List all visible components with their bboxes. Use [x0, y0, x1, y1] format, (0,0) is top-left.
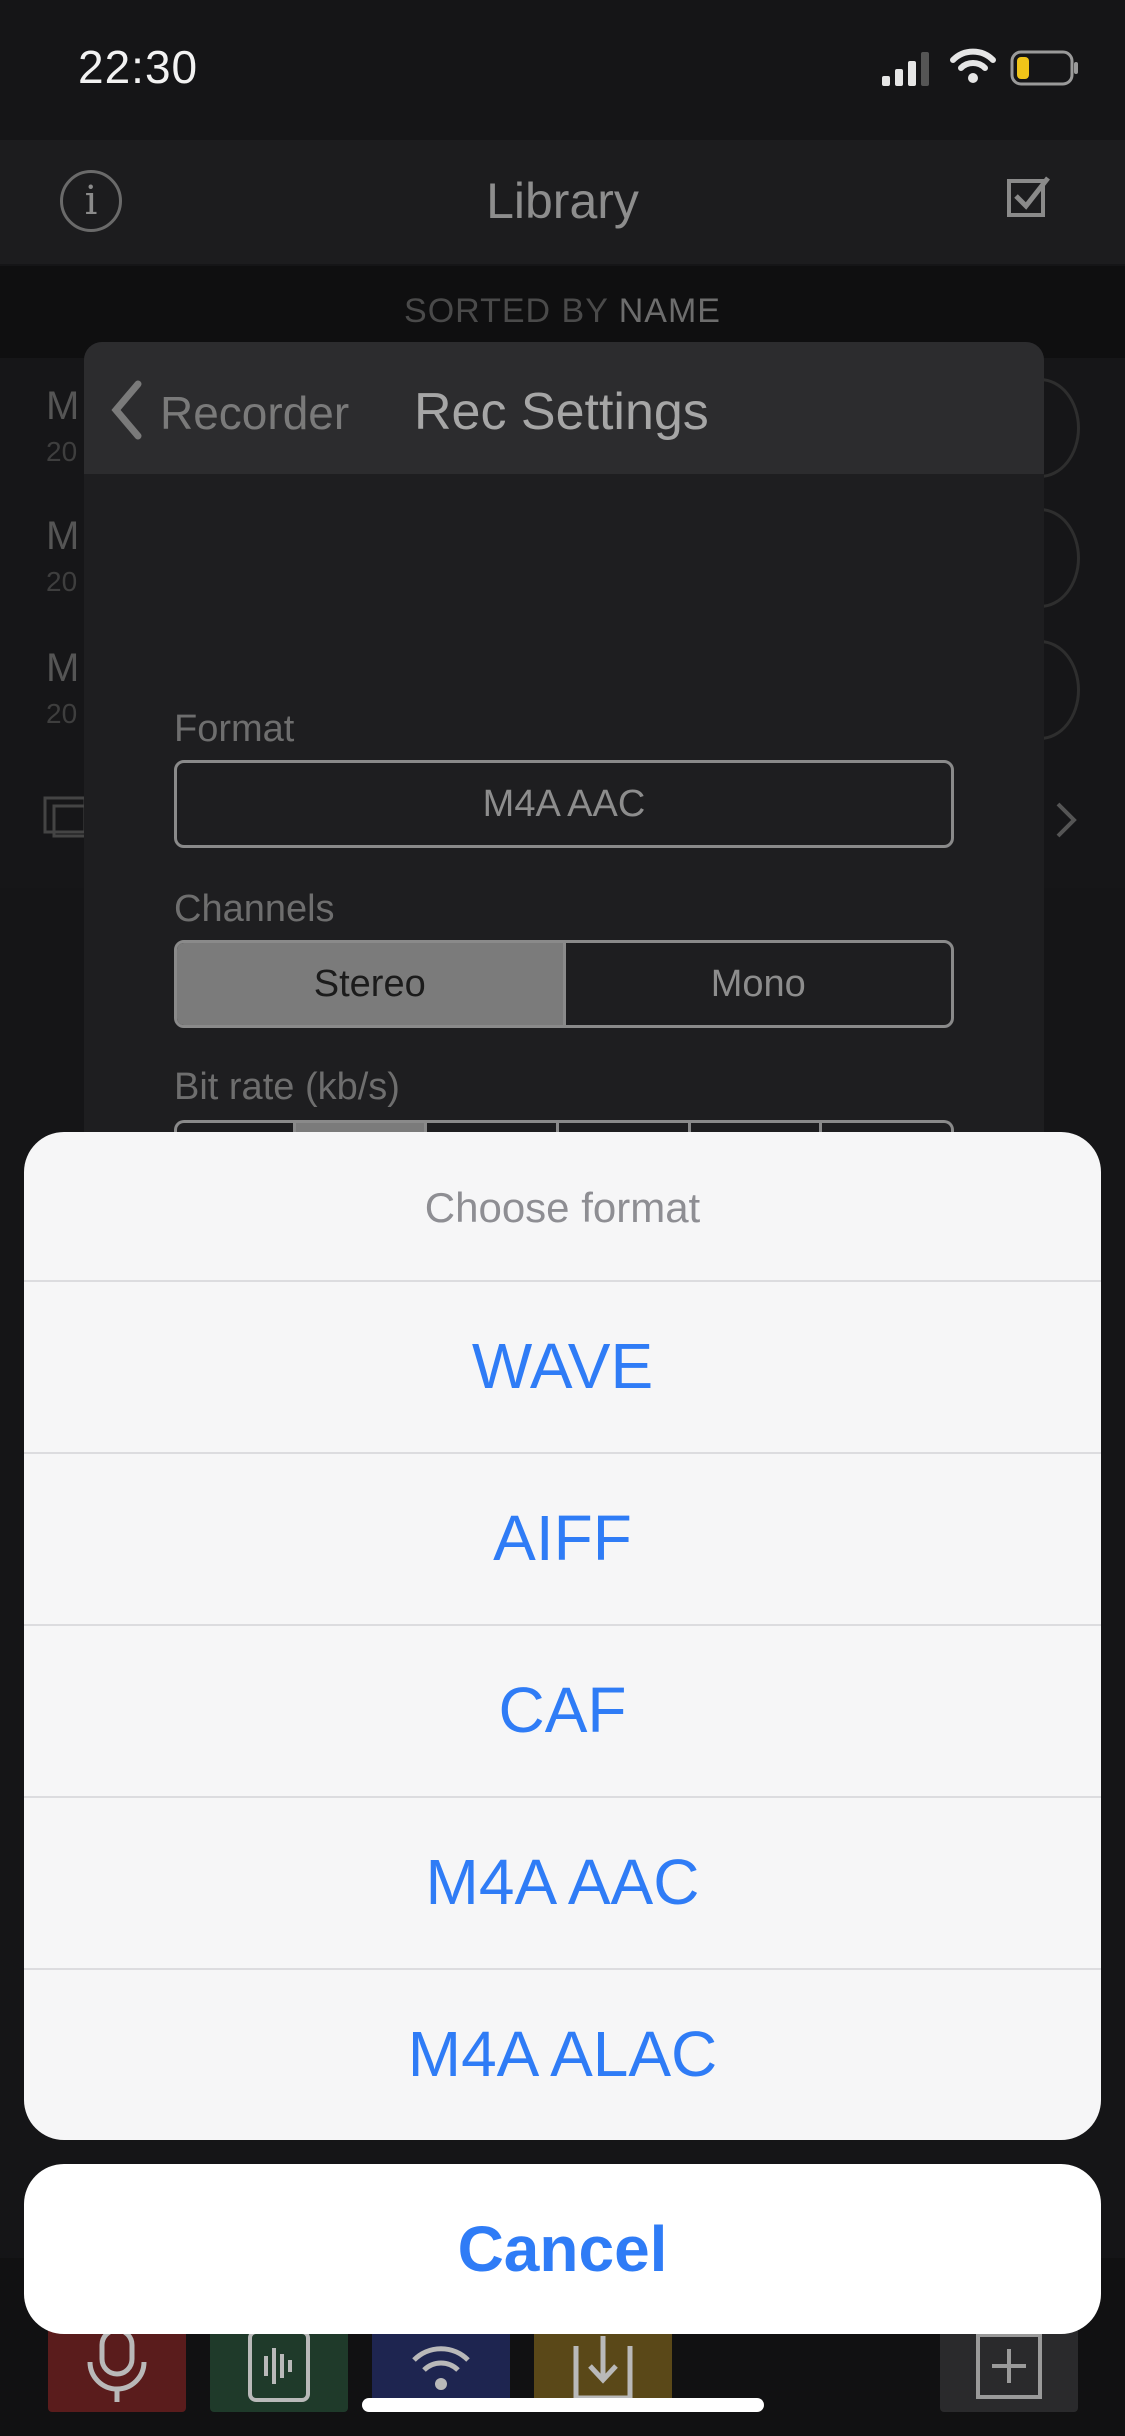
panel-title: Rec Settings — [414, 383, 709, 441]
home-indicator[interactable] — [362, 2398, 764, 2412]
format-option-m4a-alac[interactable]: M4A ALAC — [24, 1969, 1101, 2139]
page-title: Library — [486, 173, 639, 229]
list-item-date: 20 — [46, 436, 78, 467]
select-checkbox-icon[interactable] — [1006, 174, 1052, 220]
channel-option-stereo[interactable]: Stereo — [177, 943, 563, 1025]
waveform-icon — [248, 2330, 310, 2402]
list-item-date: 20 — [46, 698, 78, 729]
format-option-aiff[interactable]: AIFF — [24, 1453, 1101, 1623]
list-item-date: 20 — [46, 566, 78, 597]
format-selector[interactable]: M4A AAC — [174, 760, 954, 848]
channel-option-mono[interactable]: Mono — [562, 943, 952, 1025]
format-option-wave[interactable]: WAVE — [24, 1281, 1101, 1451]
format-option-m4a-aac[interactable]: M4A AAC — [24, 1797, 1101, 1967]
plus-icon — [976, 2333, 1042, 2399]
sort-key: NAME — [618, 292, 721, 330]
format-label: Format — [174, 708, 295, 750]
sort-label: SORTED BY NAME — [404, 292, 721, 330]
wifi-icon — [950, 48, 996, 83]
wifi-icon — [412, 2346, 470, 2390]
bitrate-label: Bit rate (kb/s) — [174, 1066, 400, 1108]
list-item-title[interactable]: M — [46, 514, 79, 559]
chevron-left-icon[interactable] — [108, 378, 144, 442]
channels-label: Channels — [174, 888, 335, 930]
cellular-signal-icon — [882, 52, 929, 86]
action-sheet-title: Choose format — [424, 1184, 701, 1231]
list-item-title[interactable]: M — [46, 646, 79, 691]
battery-icon — [1010, 50, 1078, 86]
format-option-caf[interactable]: CAF — [24, 1625, 1101, 1795]
channels-segmented-control: Stereo Mono — [174, 940, 954, 1028]
status-time: 22:30 — [78, 41, 199, 93]
list-item-title[interactable]: M — [46, 384, 79, 429]
cancel-button[interactable]: Cancel — [24, 2164, 1101, 2334]
download-icon — [573, 2336, 633, 2401]
chevron-right-icon[interactable] — [1054, 800, 1078, 840]
microphone-icon — [87, 2327, 147, 2402]
back-button[interactable]: Recorder — [160, 386, 349, 440]
